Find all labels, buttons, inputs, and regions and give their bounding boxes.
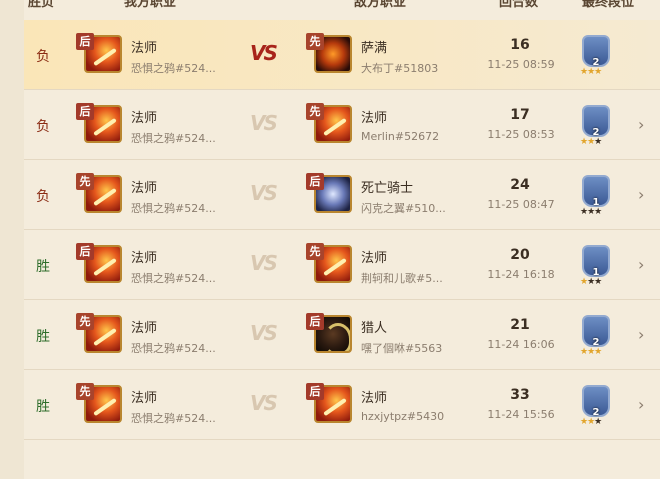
chevron-right-icon[interactable]: ›	[638, 325, 644, 344]
my-player-name: 恐惧之鸦#524...	[131, 342, 216, 355]
rounds-count: 33	[510, 387, 530, 403]
turn-order-badge: 后	[76, 33, 94, 50]
header-enemy-class: 敌方职业	[354, 0, 407, 10]
my-class-name: 法师	[131, 41, 158, 56]
chevron-right-icon[interactable]: ›	[638, 255, 644, 274]
header-my-class: 我方职业	[124, 0, 177, 10]
match-time: 11-24 16:18	[487, 268, 555, 281]
my-player-name: 恐惧之鸦#524...	[131, 272, 216, 285]
vs-icon: VS	[250, 41, 278, 65]
match-time: 11-25 08:59	[487, 58, 555, 71]
vs-icon: VS	[250, 111, 278, 135]
match-time: 11-25 08:53	[487, 128, 555, 141]
enemy-player-name: 荆轲和儿歌#5...	[361, 272, 443, 285]
enemy-class-name: 死亡骑士	[361, 181, 414, 196]
my-player-name: 恐惧之鸦#524...	[131, 132, 216, 145]
star-icon: ★	[594, 67, 602, 77]
rank-badge-icon: 2	[582, 35, 610, 68]
rounds-count: 21	[510, 317, 530, 333]
my-player-name: 恐惧之鸦#524...	[131, 412, 216, 425]
match-time: 11-25 08:47	[487, 198, 555, 211]
turn-order-badge: 后	[76, 243, 94, 260]
enemy-player-name: 嘿了個咻#5563	[361, 342, 443, 355]
turn-order-badge: 先	[306, 33, 324, 50]
rank-stars: ★★★	[580, 207, 602, 217]
enemy-player-name: Merlin#52672	[361, 130, 440, 143]
result-label: 负	[36, 189, 50, 205]
my-class-name: 法师	[131, 321, 158, 336]
match-row[interactable]: 胜 先 法师 恐惧之鸦#524... VS 后 法师 hzxjytpz#5430…	[24, 370, 660, 440]
header-final-rank: 最终段位	[582, 0, 635, 10]
result-label: 胜	[36, 259, 50, 275]
rounds-count: 20	[510, 247, 530, 263]
rank-stars: ★★★	[580, 67, 602, 77]
vs-icon: VS	[250, 181, 278, 205]
result-label: 负	[36, 119, 50, 135]
turn-order-badge: 先	[76, 383, 94, 400]
turn-order-badge: 先	[306, 243, 324, 260]
turn-order-badge: 先	[76, 313, 94, 330]
enemy-class-name: 法师	[361, 111, 388, 126]
my-player-name: 恐惧之鸦#524...	[131, 202, 216, 215]
turn-order-badge: 后	[76, 103, 94, 120]
star-icon: ★	[594, 277, 602, 287]
turn-order-badge: 后	[306, 383, 324, 400]
my-class-name: 法师	[131, 181, 158, 196]
enemy-player-name: 大布丁#51803	[361, 62, 439, 75]
turn-order-badge: 先	[306, 103, 324, 120]
turn-order-badge: 后	[306, 313, 324, 330]
vs-icon: VS	[250, 391, 278, 415]
turn-order-badge: 先	[76, 173, 94, 190]
chevron-right-icon[interactable]: ›	[638, 115, 644, 134]
match-row[interactable]: 负 先 法师 恐惧之鸦#524... VS 后 死亡骑士 闪克之翼#510...…	[24, 160, 660, 230]
rank-badge-icon: 2	[582, 105, 610, 138]
chevron-right-icon[interactable]: ›	[638, 185, 644, 204]
match-history-panel: 胜负 我方职业 敌方职业 回合数 最终段位 负 后 法师 恐惧之鸦#524...…	[24, 0, 660, 479]
star-icon: ★	[594, 417, 602, 427]
chevron-right-icon[interactable]: ›	[638, 395, 644, 414]
match-time: 11-24 16:06	[487, 338, 555, 351]
result-label: 胜	[36, 399, 50, 415]
rank-badge-icon: 2	[582, 315, 610, 348]
rank-stars: ★★★	[580, 347, 602, 357]
my-class-name: 法师	[131, 251, 158, 266]
star-icon: ★	[594, 137, 602, 147]
vs-icon: VS	[250, 321, 278, 345]
match-row[interactable]: 负 后 法师 恐惧之鸦#524... VS 先 法师 Merlin#52672 …	[24, 90, 660, 160]
my-player-name: 恐惧之鸦#524...	[131, 62, 216, 75]
rank-stars: ★★★	[580, 137, 602, 147]
rank-badge-icon: 1	[582, 245, 610, 278]
match-time: 11-24 15:56	[487, 408, 555, 421]
rounds-count: 17	[510, 107, 530, 123]
enemy-class-name: 猎人	[361, 321, 388, 336]
rank-badge-icon: 1	[582, 175, 610, 208]
rank-stars: ★★★	[580, 417, 602, 427]
turn-order-badge: 后	[306, 173, 324, 190]
enemy-class-name: 萨满	[361, 41, 388, 56]
star-icon: ★	[594, 347, 602, 357]
header-result: 胜负	[28, 0, 55, 10]
vs-icon: VS	[250, 251, 278, 275]
enemy-player-name: 闪克之翼#510...	[361, 202, 446, 215]
table-header: 胜负 我方职业 敌方职业 回合数 最终段位	[24, 0, 660, 11]
result-label: 胜	[36, 329, 50, 345]
star-icon: ★	[594, 207, 602, 217]
match-row[interactable]: 胜 先 法师 恐惧之鸦#524... VS 后 猎人 嘿了個咻#5563 21 …	[24, 300, 660, 370]
rounds-count: 24	[510, 177, 530, 193]
enemy-class-name: 法师	[361, 251, 388, 266]
match-row[interactable]: 胜 后 法师 恐惧之鸦#524... VS 先 法师 荆轲和儿歌#5... 20…	[24, 230, 660, 300]
enemy-class-name: 法师	[361, 391, 388, 406]
result-label: 负	[36, 49, 50, 65]
header-rounds: 回合数	[499, 0, 539, 10]
my-class-name: 法师	[131, 391, 158, 406]
enemy-player-name: hzxjytpz#5430	[361, 410, 445, 423]
rounds-count: 16	[510, 37, 530, 53]
my-class-name: 法师	[131, 111, 158, 126]
rank-badge-icon: 2	[582, 385, 610, 418]
rank-stars: ★★★	[580, 277, 602, 287]
match-row[interactable]: 负 后 法师 恐惧之鸦#524... VS 先 萨满 大布丁#51803 16 …	[24, 20, 660, 90]
